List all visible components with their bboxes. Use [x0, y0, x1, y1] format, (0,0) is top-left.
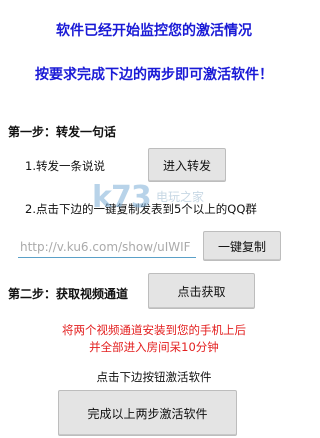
- get-channel-button[interactable]: 点击获取: [148, 273, 255, 309]
- watermark-logo-text: k73: [92, 180, 152, 215]
- notice-line-2: 并全部进入房间呆10分钟: [89, 340, 219, 354]
- notice-line-1: 将两个视频通道安装到您的手机上后: [62, 323, 246, 337]
- forward-button[interactable]: 进入转发: [148, 148, 226, 182]
- activate-hint: 点击下边按钮激活软件: [96, 370, 212, 384]
- header-line-2: 按要求完成下边的两步即可激活软件！: [35, 67, 273, 83]
- share-link-input[interactable]: [18, 236, 196, 258]
- step2-label: 第二步：获取视频通道: [8, 287, 129, 301]
- step1-label: 第一步：转发一句话: [8, 125, 117, 139]
- activate-button[interactable]: 完成以上两步激活软件: [58, 390, 237, 436]
- watermark-sub-text: 电玩之家: [156, 190, 205, 204]
- copy-button[interactable]: 一键复制: [203, 231, 281, 261]
- step1-item1-text: 1.转发一条说说: [25, 159, 105, 173]
- watermark-logo: k73 电玩之家: [92, 180, 252, 216]
- header-line-1: 软件已经开始监控您的激活情况: [56, 23, 252, 39]
